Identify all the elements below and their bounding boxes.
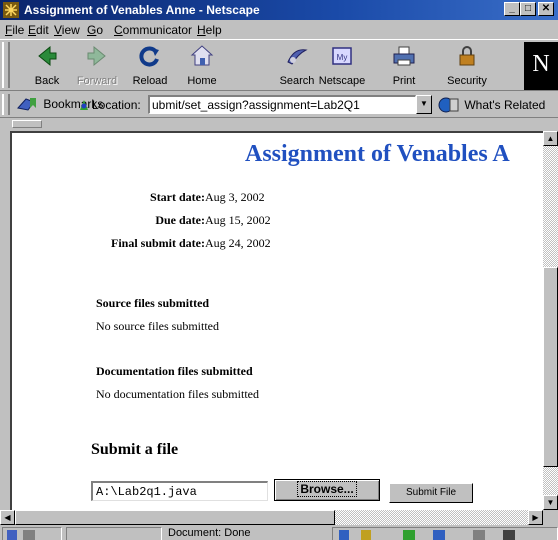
- back-label: Back: [34, 75, 60, 87]
- status-text: Document: Done: [168, 527, 251, 539]
- status-connection-icon: [7, 530, 35, 540]
- final-submit-date-label: Final submit date:: [110, 236, 205, 250]
- forward-arrow-icon: [87, 45, 106, 67]
- status-progress-cell: [66, 527, 162, 540]
- home-button[interactable]: Home: [175, 42, 229, 90]
- menu-help[interactable]: Help: [197, 23, 222, 37]
- arrow-up-icon: ▲: [546, 134, 555, 143]
- whats-related-label: What's Related: [464, 98, 546, 112]
- submit-file-heading: Submit a file: [91, 441, 179, 458]
- chevron-down-icon: ▼: [420, 99, 428, 108]
- location-label: Location:: [92, 98, 141, 112]
- security-label: Security: [447, 75, 487, 87]
- security-lock-icon: [459, 46, 475, 66]
- source-files-text: No source files submitted: [96, 319, 219, 333]
- browse-button[interactable]: Browse...: [274, 479, 380, 501]
- whats-related-icon: [438, 97, 459, 113]
- start-date-label: Start date:: [150, 190, 205, 204]
- location-dropdown-button[interactable]: ▼: [416, 95, 432, 114]
- horizontal-scrollbar[interactable]: ◀ ▶: [0, 510, 543, 525]
- back-button[interactable]: Back: [20, 42, 74, 90]
- final-submit-date-value: Aug 24, 2002: [205, 236, 271, 250]
- bookmarks-icon: [17, 98, 36, 111]
- security-button[interactable]: Security: [440, 42, 494, 90]
- arrow-left-icon: ◀: [4, 513, 11, 522]
- netscape-app-icon: [3, 2, 19, 18]
- component-bar[interactable]: [332, 527, 558, 540]
- menu-bar: File Edit View Go Communicator Help: [0, 20, 558, 39]
- arrow-right-icon: ▶: [532, 513, 539, 522]
- submit-file-button[interactable]: Submit File: [389, 483, 473, 503]
- page-title: Assignment of Venables A: [245, 141, 510, 167]
- close-button[interactable]: ✕: [538, 2, 554, 16]
- navigation-toolbar: Back Forward Reload Home Search My Netsc…: [0, 39, 558, 91]
- scroll-down-button[interactable]: ▼: [543, 495, 558, 510]
- location-toolbar: Bookmarks Location: ubmit/set_assign?ass…: [0, 92, 558, 118]
- horizontal-scroll-thumb[interactable]: [15, 510, 335, 525]
- reload-button[interactable]: Reload: [123, 42, 177, 90]
- bookmarks-button[interactable]: Bookmarks: [16, 96, 103, 114]
- location-toolbar-grip[interactable]: [2, 94, 10, 115]
- print-icon: [393, 46, 415, 66]
- home-label: Home: [187, 75, 217, 87]
- svg-text:My: My: [337, 53, 348, 62]
- netscape-label: Netscape: [318, 75, 366, 87]
- documentation-files-heading: Documentation files submitted: [96, 364, 253, 378]
- title-bar[interactable]: Assignment of Venables Anne - Netscape _…: [0, 0, 558, 20]
- page-proxy-icon[interactable]: [78, 98, 90, 112]
- back-arrow-icon: [38, 45, 57, 67]
- print-button[interactable]: Print: [377, 42, 431, 90]
- scroll-up-button[interactable]: ▲: [543, 131, 558, 146]
- toolbar-grip[interactable]: [2, 42, 10, 88]
- my-netscape-button[interactable]: My Netscape: [315, 42, 369, 90]
- source-files-heading: Source files submitted: [96, 296, 210, 310]
- menu-file[interactable]: File: [5, 23, 24, 37]
- file-path-input[interactable]: A:\Lab2q1.java: [91, 481, 268, 501]
- search-icon: [287, 49, 308, 65]
- status-security-cell[interactable]: [2, 527, 62, 540]
- scrollbar-corner: [543, 510, 558, 525]
- start-date-value: Aug 3, 2002: [205, 190, 265, 204]
- menu-edit[interactable]: Edit: [28, 23, 49, 37]
- vertical-scrollbar[interactable]: ▲ ▼: [543, 131, 558, 510]
- whats-related-button[interactable]: What's Related: [437, 96, 545, 114]
- print-label: Print: [392, 75, 416, 87]
- minimize-button[interactable]: _: [504, 2, 520, 16]
- menu-go[interactable]: Go: [87, 23, 103, 37]
- forward-label: Forward: [76, 75, 118, 87]
- arrow-down-icon: ▼: [546, 498, 555, 507]
- window-title: Assignment of Venables Anne - Netscape: [24, 3, 260, 17]
- maximize-button[interactable]: □: [520, 2, 536, 16]
- my-netscape-icon: My: [332, 47, 352, 65]
- due-date-value: Aug 15, 2002: [205, 213, 271, 227]
- scroll-left-button[interactable]: ◀: [0, 510, 15, 525]
- scroll-right-button[interactable]: ▶: [528, 510, 543, 525]
- collapsed-toolbar-strip: [0, 119, 558, 129]
- collapsed-toolbar-tab[interactable]: [12, 120, 42, 128]
- documentation-files-text: No documentation files submitted: [96, 387, 259, 401]
- due-date-label: Due date:: [155, 213, 205, 227]
- menu-communicator[interactable]: Communicator: [114, 23, 192, 37]
- vertical-scroll-thumb[interactable]: [543, 267, 558, 467]
- component-bar-icons: [339, 530, 515, 540]
- page-content: Assignment of Venables A Start date: Aug…: [10, 131, 543, 510]
- browse-button-label: Browse...: [297, 481, 357, 497]
- reload-icon: [139, 46, 159, 67]
- menu-view[interactable]: View: [54, 23, 80, 37]
- netscape-logo[interactable]: N: [524, 42, 558, 90]
- reload-label: Reload: [132, 75, 168, 87]
- status-bar: Document: Done: [0, 526, 558, 540]
- forward-button[interactable]: Forward: [70, 42, 124, 90]
- location-url-field[interactable]: ubmit/set_assign?assignment=Lab2Q1: [148, 95, 416, 114]
- home-icon: [190, 45, 214, 66]
